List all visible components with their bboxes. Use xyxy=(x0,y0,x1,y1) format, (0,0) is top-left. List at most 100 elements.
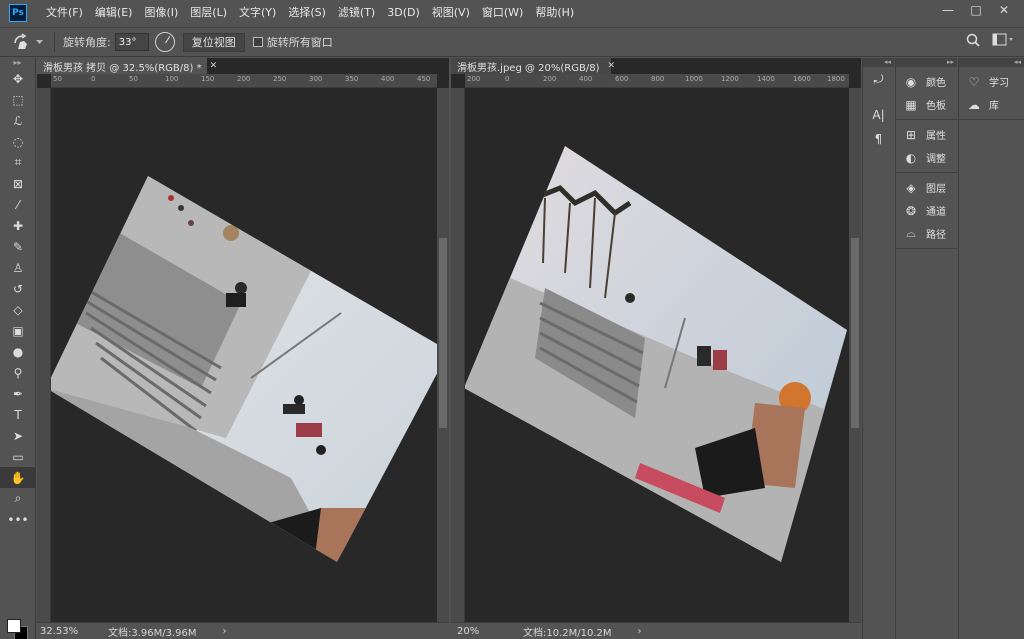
pen-tool-icon[interactable]: ✒ xyxy=(0,383,36,404)
dodge-tool-icon[interactable]: ⚲ xyxy=(0,362,36,383)
rotation-angle-input[interactable] xyxy=(114,33,149,51)
rotate-all-windows-label: 旋转所有窗口 xyxy=(266,36,333,49)
ruler-tick: 0 xyxy=(91,75,96,83)
close-tab-icon[interactable]: ✕ xyxy=(607,61,615,71)
zoom-level[interactable]: 32.53% xyxy=(40,626,100,637)
ruler-tick: 600 xyxy=(615,75,629,83)
workspace-icon[interactable] xyxy=(992,33,1014,47)
gradient-tool-icon[interactable]: ▣ xyxy=(0,320,36,341)
status-menu-icon[interactable]: › xyxy=(638,626,642,637)
panel-channels-label: 通道 xyxy=(926,207,946,218)
reset-view-button[interactable]: 复位视图 xyxy=(182,32,245,52)
panel-libraries[interactable]: ☁ 库 xyxy=(959,93,1024,116)
panel-swatches-label: 色板 xyxy=(926,101,946,112)
healing-brush-tool-icon[interactable]: ✚ xyxy=(0,215,36,236)
status-menu-icon[interactable]: › xyxy=(223,626,227,637)
history-brush-tool-icon[interactable]: ↺ xyxy=(0,278,36,299)
frame-tool-icon[interactable]: ⊠ xyxy=(0,173,36,194)
crop-tool-icon[interactable]: ⌗ xyxy=(0,152,36,173)
panel-channels[interactable]: ❂ 通道 xyxy=(896,199,957,222)
menu-window[interactable]: 窗口(W) xyxy=(476,0,529,26)
rotate-view-tool-icon[interactable]: ✋ xyxy=(0,467,36,488)
menu-view[interactable]: 视图(V) xyxy=(426,0,476,26)
scrollbar-thumb[interactable] xyxy=(439,238,447,428)
ruler-tick: 50 xyxy=(53,75,62,83)
expand-panels-icon[interactable]: ▸▸ xyxy=(896,58,957,67)
checkbox-box[interactable] xyxy=(252,37,263,47)
panel-properties[interactable]: ⊞ 属性 xyxy=(896,123,957,146)
panel-learn[interactable]: ♡ 学习 xyxy=(959,70,1024,93)
marquee-tool-icon[interactable]: ⬚ xyxy=(0,89,36,110)
history-panel-icon[interactable]: ⤾ xyxy=(863,67,894,91)
eraser-tool-icon[interactable]: ◇ xyxy=(0,299,36,320)
scrollbar-thumb[interactable] xyxy=(851,238,859,428)
document-tab-1[interactable]: 滑板男孩 拷贝 @ 32.5%(RGB/8) * ✕ xyxy=(37,58,217,74)
panel-layers-label: 图层 xyxy=(926,184,946,195)
vertical-scrollbar[interactable] xyxy=(437,88,449,622)
close-tab-icon[interactable]: ✕ xyxy=(210,61,218,71)
menu-bar: Ps 文件(F) 编辑(E) 图像(I) 图层(L) 文字(Y) 选择(S) 滤… xyxy=(0,0,1024,26)
paragraph-panel-icon[interactable]: ¶ xyxy=(863,127,894,151)
rotation-dial[interactable] xyxy=(154,32,175,52)
rotated-photo-1 xyxy=(51,176,437,562)
ruler-tick: 350 xyxy=(345,75,359,83)
canvas-area-2[interactable] xyxy=(465,88,849,622)
document-tab-2[interactable]: 滑板男孩.jpeg @ 20%(RGB/8) ✕ xyxy=(451,58,615,74)
type-tool-icon[interactable]: T xyxy=(0,404,36,425)
vertical-scrollbar[interactable] xyxy=(849,88,861,622)
eyedropper-tool-icon[interactable]: ⁄ xyxy=(0,194,36,215)
palette-icon: ◉ xyxy=(905,74,917,89)
close-window-button[interactable]: ✕ xyxy=(990,0,1018,20)
rectangle-tool-icon[interactable]: ▭ xyxy=(0,446,36,467)
zoom-level[interactable]: 20% xyxy=(457,626,517,637)
vertical-ruler xyxy=(37,88,51,622)
menu-select[interactable]: 选择(S) xyxy=(282,0,332,26)
ruler-tick: 250 xyxy=(273,75,287,83)
rotation-angle-label: 旋转角度: xyxy=(63,36,111,49)
menu-type[interactable]: 文字(Y) xyxy=(233,0,282,26)
panel-paths[interactable]: ⌓ 路径 xyxy=(896,222,957,245)
zoom-tool-icon[interactable]: ⌕ xyxy=(0,488,36,509)
menu-file[interactable]: 文件(F) xyxy=(40,0,89,26)
move-tool-icon[interactable]: ✥ xyxy=(0,68,36,89)
path-selection-tool-icon[interactable]: ➤ xyxy=(0,425,36,446)
blur-tool-icon[interactable]: ● xyxy=(0,341,36,362)
quick-selection-tool-icon[interactable]: ◌ xyxy=(0,131,36,152)
ruler-tick: 200 xyxy=(543,75,557,83)
maximize-button[interactable]: □ xyxy=(962,0,990,20)
menu-layer[interactable]: 图层(L) xyxy=(184,0,233,26)
menu-image[interactable]: 图像(I) xyxy=(138,0,184,26)
character-panel-icon[interactable]: A| xyxy=(863,103,894,127)
menu-help[interactable]: 帮助(H) xyxy=(529,0,580,26)
panel-swatches[interactable]: ▦ 色板 xyxy=(896,93,957,116)
panel-icon-strip: ◂◂ ⤾ A| ¶ xyxy=(862,58,894,639)
ruler-tick: 150 xyxy=(201,75,215,83)
clone-stamp-tool-icon[interactable]: ♙ xyxy=(0,257,36,278)
document-window-1: 滑板男孩 拷贝 @ 32.5%(RGB/8) * ✕ 50 0 50 100 1… xyxy=(37,58,449,639)
brush-tool-icon[interactable]: ✎ xyxy=(0,236,36,257)
rotate-all-windows-checkbox[interactable]: 旋转所有窗口 xyxy=(252,34,333,50)
tool-preset-picker[interactable] xyxy=(12,33,46,51)
panel-properties-label: 属性 xyxy=(926,131,946,142)
panel-adjustments-label: 调整 xyxy=(926,154,946,165)
toolbar-collapse-icon[interactable]: ▸▸ xyxy=(0,58,35,68)
collapse-panels-icon[interactable]: ◂◂ xyxy=(863,58,894,67)
panel-adjustments[interactable]: ◐ 调整 xyxy=(896,146,957,169)
canvas-area-1[interactable] xyxy=(51,88,437,622)
ruler-tick: 1600 xyxy=(793,75,811,83)
menu-filter[interactable]: 滤镜(T) xyxy=(332,0,381,26)
search-icon[interactable] xyxy=(966,33,980,47)
menu-edit[interactable]: 编辑(E) xyxy=(89,0,139,26)
ruler-tick: 1400 xyxy=(757,75,775,83)
edit-toolbar-icon[interactable]: ••• xyxy=(0,509,36,530)
panel-libraries-label: 库 xyxy=(989,101,999,112)
panel-layers[interactable]: ◈ 图层 xyxy=(896,176,957,199)
expand-panels-icon[interactable]: ◂◂ xyxy=(959,58,1024,67)
menu-3d[interactable]: 3D(D) xyxy=(381,0,426,26)
foreground-color-swatch[interactable] xyxy=(7,619,21,633)
panel-color[interactable]: ◉ 颜色 xyxy=(896,70,957,93)
minimize-button[interactable]: — xyxy=(934,0,962,20)
lasso-tool-icon[interactable]: ℒ xyxy=(0,110,36,131)
grid-icon: ▦ xyxy=(905,97,917,112)
ruler-tick: 200 xyxy=(237,75,251,83)
